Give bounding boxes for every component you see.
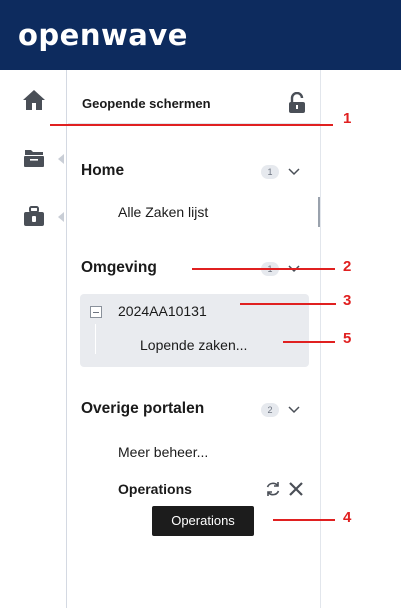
rail-portals-expand-arrow[interactable] [58, 212, 64, 222]
panel-title: Geopende schermen [82, 96, 211, 111]
app-header: openwave [0, 0, 401, 70]
chevron-down-icon[interactable] [287, 165, 301, 179]
portalen-count-badge: 2 [261, 403, 279, 417]
annotation-line-2 [192, 268, 335, 270]
briefcase-lock-icon [24, 206, 44, 226]
operations-tooltip: Operations [152, 506, 254, 536]
home-icon [23, 90, 45, 110]
rail-folder-expand-arrow[interactable] [58, 154, 64, 164]
collapse-icon[interactable] [90, 306, 102, 318]
section-home[interactable]: Home [81, 162, 124, 180]
omgeving-case-card[interactable]: 2024AA10131 Lopende zaken... [80, 294, 309, 367]
icon-rail [0, 70, 67, 608]
annotation-line-1 [50, 124, 333, 126]
tree-connector [95, 324, 96, 354]
case-number[interactable]: 2024AA10131 [118, 303, 207, 319]
section-overige-portalen[interactable]: Overige portalen [81, 400, 204, 418]
portal-item-operations[interactable]: Operations [118, 481, 192, 497]
section-omgeving[interactable]: Omgeving [81, 259, 157, 277]
panel-border [320, 70, 321, 608]
app-logo[interactable]: openwave [18, 18, 188, 52]
refresh-icon[interactable] [264, 480, 282, 498]
rail-portals-button[interactable] [18, 200, 50, 232]
annotation-number-2: 2 [343, 258, 352, 275]
annotation-number-5: 5 [343, 330, 352, 347]
annotation-number-1: 1 [343, 110, 352, 127]
chevron-down-icon[interactable] [287, 403, 301, 417]
open-screens-panel: Geopende schermen Home 1 Alle Zaken lijs… [68, 70, 320, 608]
annotation-number-3: 3 [343, 292, 352, 309]
annotation-number-4: 4 [343, 509, 352, 526]
rail-home-button[interactable] [18, 84, 50, 116]
annotation-line-5 [283, 341, 335, 343]
case-item-lopende-zaken[interactable]: Lopende zaken... [140, 337, 247, 353]
portal-item-meer-beheer[interactable]: Meer beheer... [118, 444, 208, 460]
annotation-line-3 [240, 303, 336, 305]
annotation-line-4 [273, 519, 335, 521]
rail-folder-button[interactable] [18, 142, 50, 174]
close-icon[interactable] [287, 480, 305, 498]
folder-icon [24, 150, 44, 167]
unlock-icon[interactable] [286, 91, 308, 114]
home-item-alle-zaken[interactable]: Alle Zaken lijst [118, 204, 208, 220]
home-count-badge: 1 [261, 165, 279, 179]
